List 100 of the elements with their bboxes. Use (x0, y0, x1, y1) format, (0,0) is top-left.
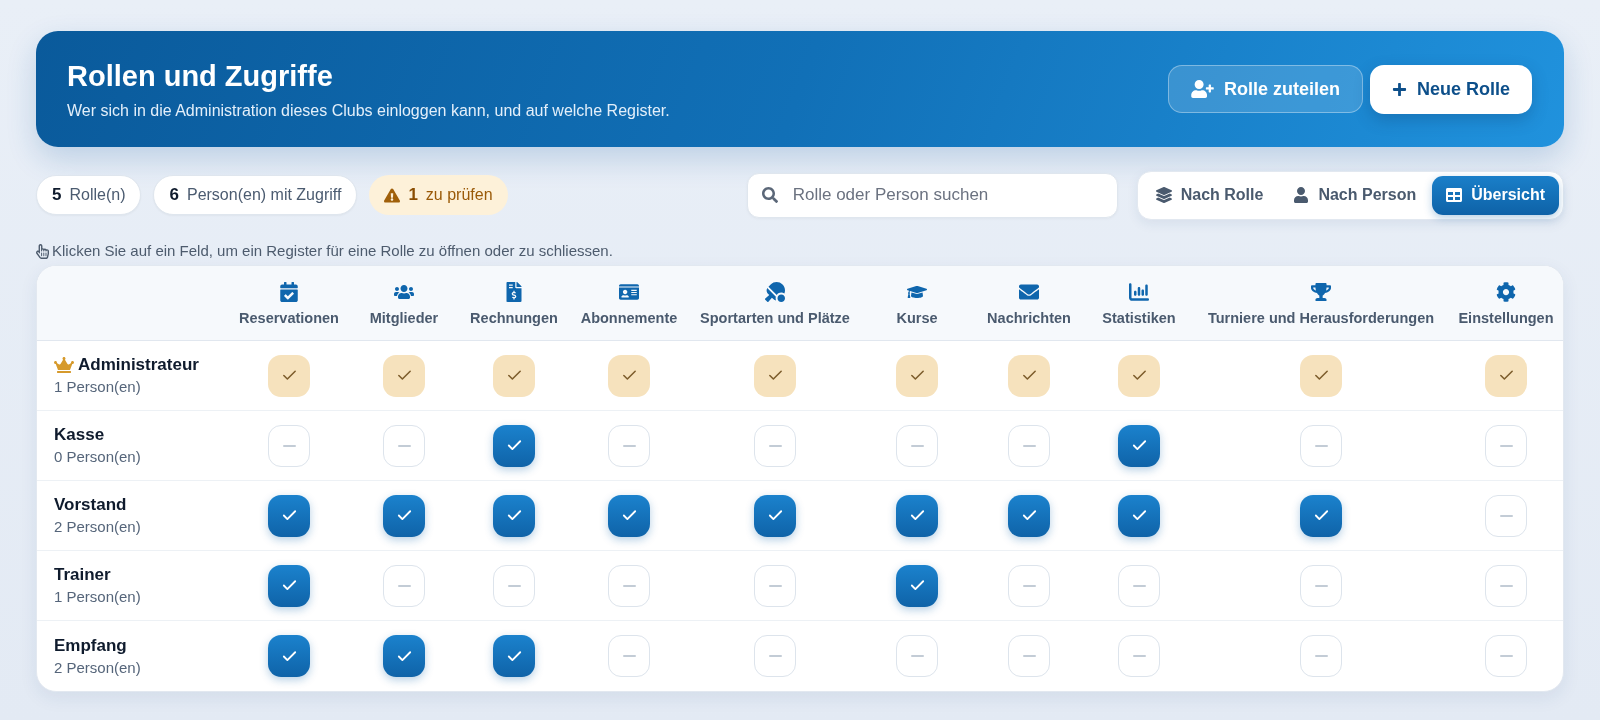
access-checkbox[interactable] (268, 494, 310, 537)
access-checkbox[interactable] (754, 494, 796, 537)
page-title: Rollen und Zugriffe (67, 59, 333, 92)
calendar-check-icon (279, 281, 299, 302)
access-checkbox[interactable] (493, 635, 535, 677)
count-label: zu prüfen (425, 185, 493, 205)
access-checkbox[interactable] (1118, 424, 1160, 467)
access-checkbox[interactable] (1485, 635, 1527, 677)
access-checkbox[interactable] (1118, 354, 1160, 397)
access-checkbox[interactable] (268, 564, 310, 607)
access-checkbox[interactable] (608, 354, 650, 397)
column-header: Einstellungen (1458, 309, 1554, 327)
access-checkbox[interactable] (1300, 494, 1342, 537)
dash-icon (768, 444, 782, 447)
access-checkbox[interactable] (754, 424, 796, 467)
access-checkbox[interactable] (1008, 564, 1050, 607)
invoice-icon (504, 281, 524, 302)
access-checkbox[interactable] (383, 354, 425, 397)
role-name: Trainer (54, 565, 111, 585)
access-checkbox[interactable] (896, 424, 938, 467)
column-header: Rechnungen (470, 309, 558, 327)
access-checkbox[interactable] (383, 635, 425, 677)
access-checkbox[interactable] (268, 635, 310, 677)
access-checkbox[interactable] (1300, 354, 1342, 397)
access-checkbox[interactable] (608, 494, 650, 537)
access-checkbox[interactable] (493, 564, 535, 607)
access-checkbox[interactable] (493, 354, 535, 397)
warning-icon (384, 187, 401, 203)
access-checkbox[interactable] (1118, 494, 1160, 537)
access-checkbox[interactable] (754, 564, 796, 607)
access-checkbox[interactable] (608, 424, 650, 467)
user-icon (1293, 187, 1310, 203)
dash-icon (1499, 584, 1513, 587)
access-checkbox[interactable] (1008, 424, 1050, 467)
user-plus-icon (1190, 80, 1214, 98)
column-header: Mitglieder (369, 309, 439, 327)
dash-icon (1314, 444, 1328, 447)
role-name: Vorstand (54, 495, 127, 515)
column-header: Kurse (896, 309, 938, 327)
column-header: Statistiken (1102, 309, 1176, 327)
id-card-icon (619, 281, 639, 302)
search-field[interactable]: Rolle oder Person suchen (746, 172, 1118, 218)
view-tab[interactable]: Übersicht (1432, 175, 1559, 215)
column-header: Sportarten und Plätze (700, 309, 850, 327)
column-header: Abonnemente (580, 309, 678, 327)
access-checkbox[interactable] (1118, 564, 1160, 607)
access-checkbox[interactable] (608, 564, 650, 607)
access-checkbox[interactable] (896, 564, 938, 607)
access-checkbox[interactable] (1300, 424, 1342, 467)
access-checkbox[interactable] (268, 424, 310, 467)
access-checkbox[interactable] (1485, 354, 1527, 397)
count-label: Person(en) mit Zugriff (186, 185, 342, 205)
access-checkbox[interactable] (896, 354, 938, 397)
dash-icon (768, 584, 782, 587)
dash-icon (1499, 514, 1513, 517)
access-checkbox[interactable] (383, 424, 425, 467)
count-value: 6 (169, 184, 179, 207)
dash-icon (622, 584, 636, 587)
dash-icon (622, 444, 636, 447)
dash-icon (1499, 655, 1513, 657)
settings-icon (1496, 281, 1516, 302)
dash-icon (1314, 655, 1328, 657)
access-checkbox[interactable] (754, 354, 796, 397)
access-checkbox[interactable] (1485, 564, 1527, 607)
access-checkbox[interactable] (896, 494, 938, 537)
access-checkbox[interactable] (1485, 494, 1527, 537)
count-label: Rolle(n) (69, 185, 126, 205)
access-checkbox[interactable] (1008, 354, 1050, 397)
access-checkbox[interactable] (383, 564, 425, 607)
access-checkbox[interactable] (493, 424, 535, 467)
column-header: Turniere und Herausforderungen (1207, 309, 1435, 327)
dash-icon (397, 444, 411, 447)
dash-icon (1499, 444, 1513, 447)
dash-icon (1132, 655, 1146, 657)
access-checkbox[interactable] (1485, 424, 1527, 467)
bar-chart-icon (1129, 281, 1149, 302)
view-tab[interactable]: Nach Rolle (1141, 175, 1278, 215)
column-header: Reservationen (239, 309, 339, 327)
access-checkbox[interactable] (1008, 494, 1050, 537)
hint-text: Klicken Sie auf ein Feld, um ein Register für eine Rolle zu öffnen oder zu schliessen. (52, 240, 613, 261)
search-icon (761, 186, 778, 203)
access-checkbox[interactable] (1300, 635, 1342, 677)
role-name: Empfang (54, 635, 127, 656)
access-checkbox[interactable] (1118, 635, 1160, 677)
plus-icon (1391, 81, 1407, 97)
dash-icon (622, 655, 636, 657)
access-checkbox[interactable] (1008, 635, 1050, 677)
dash-icon (768, 655, 782, 657)
access-checkbox[interactable] (383, 494, 425, 537)
view-tab[interactable]: Nach Person (1279, 175, 1431, 215)
access-checkbox[interactable] (754, 635, 796, 677)
access-checkbox[interactable] (268, 354, 310, 397)
access-checkbox[interactable] (608, 635, 650, 677)
access-checkbox[interactable] (896, 635, 938, 677)
access-checkbox[interactable] (1300, 564, 1342, 607)
dash-icon (910, 655, 924, 657)
new-role-button[interactable]: Neue Rolle (1369, 64, 1532, 114)
access-checkbox[interactable] (493, 494, 535, 537)
role-name: Administrateur (78, 355, 199, 375)
dash-icon (397, 584, 411, 587)
